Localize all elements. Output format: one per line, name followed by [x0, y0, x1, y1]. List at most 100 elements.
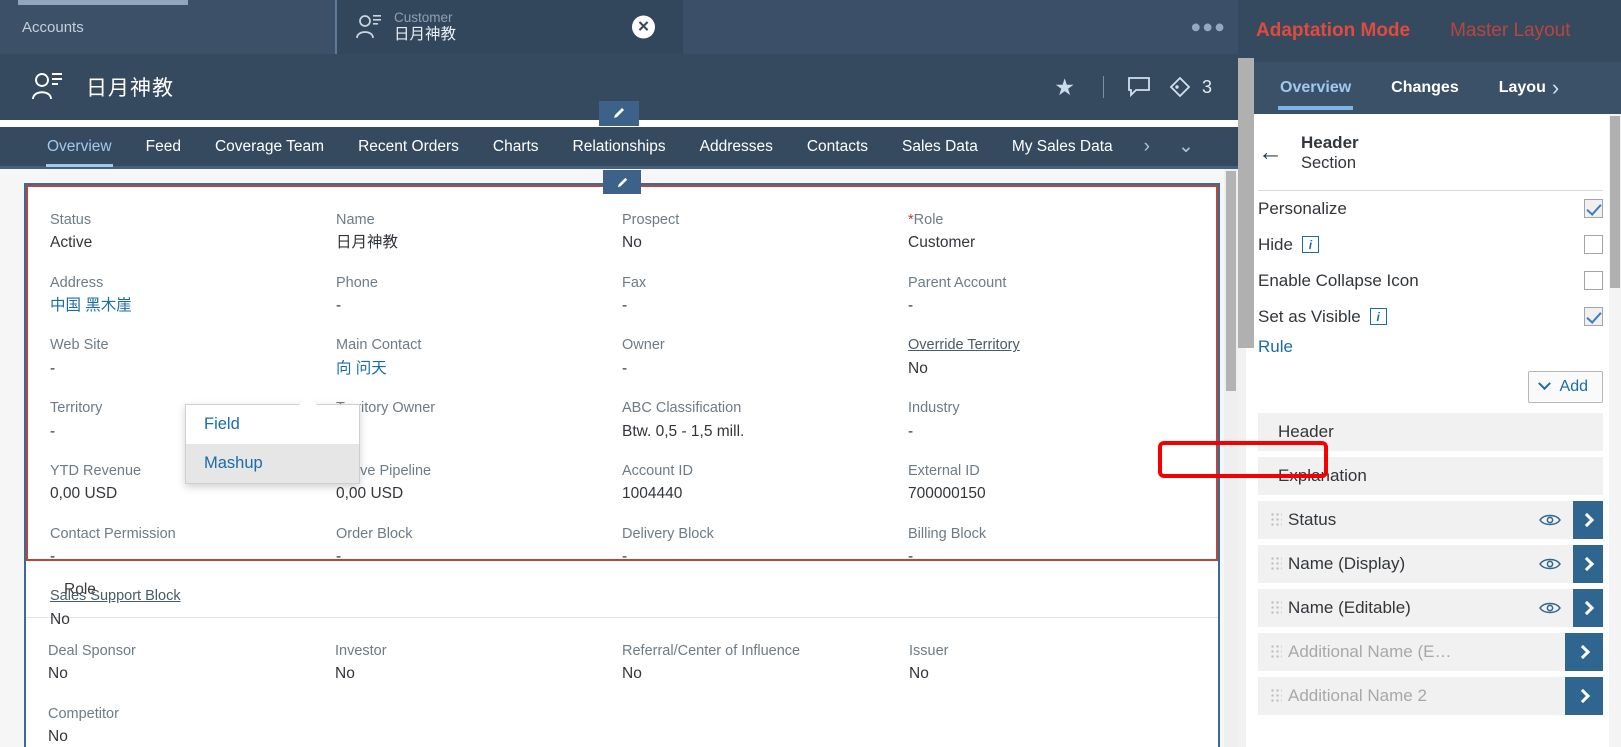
- list-item-navigate-button[interactable]: [1565, 676, 1603, 715]
- dropdown-item-mashup[interactable]: Mashup: [186, 444, 359, 483]
- list-item-name-display[interactable]: Name (Display): [1258, 544, 1603, 583]
- set-as-visible-checkbox[interactable]: [1584, 307, 1603, 327]
- field-label: Competitor: [48, 705, 119, 722]
- header-section-panel[interactable]: Status Active Name 日月神教 Prospect No Role Custom…: [26, 170, 1218, 628]
- nav-tab-charts[interactable]: Charts: [476, 126, 556, 168]
- personalize-checkbox[interactable]: [1584, 199, 1603, 219]
- drag-handle-icon[interactable]: [1258, 643, 1288, 660]
- list-item-navigate-button[interactable]: [1573, 500, 1603, 539]
- nav-tab-recent-orders[interactable]: Recent Orders: [341, 126, 476, 168]
- chevron-right-icon[interactable]: ›: [1552, 75, 1559, 101]
- adaptation-topbar: Adaptation Mode Master Layout: [1238, 0, 1621, 62]
- panel-scrollbar[interactable]: [1609, 114, 1621, 747]
- star-icon[interactable]: ★: [1040, 74, 1089, 101]
- speech-bubble-icon[interactable]: [1118, 76, 1160, 98]
- field-value: No: [908, 359, 928, 377]
- chevron-right-icon: [1575, 644, 1590, 659]
- nav-tab-relationships[interactable]: Relationships: [556, 100, 683, 168]
- chevron-right-icon[interactable]: ›: [1130, 136, 1164, 158]
- add-button[interactable]: Add: [1527, 370, 1603, 403]
- option-personalize[interactable]: Personalize: [1258, 191, 1603, 227]
- drag-handle-icon[interactable]: [1258, 599, 1288, 616]
- contact-person-icon: [30, 70, 64, 104]
- nav-tab-feed[interactable]: Feed: [129, 126, 198, 168]
- list-item-explanation[interactable]: Explanation: [1258, 456, 1603, 495]
- pencil-icon[interactable]: [599, 100, 640, 126]
- panel-tab-layout[interactable]: Layou: [1479, 62, 1546, 114]
- field-label: Owner: [622, 337, 665, 354]
- field-value: -: [622, 359, 628, 377]
- field-value: 日月神教: [336, 234, 399, 252]
- nav-tab-label: My Sales Data: [1011, 137, 1113, 155]
- eye-icon[interactable]: [1539, 557, 1561, 571]
- field-investor: Investor No: [335, 640, 622, 686]
- rule-link[interactable]: Rule: [1258, 335, 1603, 357]
- list-item-label: Header: [1278, 421, 1334, 441]
- divider: [1102, 76, 1104, 98]
- field-value[interactable]: 中国 黑木崖: [50, 294, 320, 317]
- option-set-as-visible[interactable]: Set as Visible i: [1258, 299, 1603, 335]
- main-scrollbar[interactable]: [1224, 169, 1238, 747]
- field-override-territory: Override Territory No: [908, 334, 1194, 380]
- list-item-status[interactable]: Status: [1258, 500, 1603, 539]
- drag-handle-icon[interactable]: [1258, 511, 1288, 528]
- field-label: Phone: [336, 274, 378, 291]
- drag-handle-icon[interactable]: [1258, 687, 1288, 704]
- info-icon[interactable]: i: [1301, 236, 1319, 254]
- list-item-navigate-button[interactable]: [1573, 588, 1603, 627]
- nav-tab-label: Sales Data: [902, 137, 978, 155]
- chevron-down-icon[interactable]: ⌄: [1164, 135, 1208, 158]
- option-hide[interactable]: Hide i: [1258, 227, 1603, 263]
- info-icon[interactable]: i: [1369, 308, 1387, 326]
- panel-scrollbar-thumb[interactable]: [1610, 116, 1620, 288]
- eye-icon[interactable]: [1539, 601, 1561, 615]
- panel-tab-bar: Overview Changes Layou ›: [1238, 62, 1621, 114]
- nav-tab-my-sales-data[interactable]: My Sales Data: [995, 126, 1130, 168]
- list-item-header[interactable]: Header: [1258, 412, 1603, 451]
- panel-tab-changes[interactable]: Changes: [1371, 62, 1479, 114]
- panel-tab-overview[interactable]: Overview: [1260, 62, 1371, 114]
- field-delivery-block: Delivery Block -: [622, 523, 908, 569]
- nav-tab-overview[interactable]: Overview: [30, 126, 129, 168]
- nav-tab-contacts[interactable]: Contacts: [790, 126, 885, 168]
- list-item-additional-name-e[interactable]: Additional Name (E…: [1258, 632, 1603, 671]
- field-value: No: [48, 728, 68, 746]
- field-label: Parent Account: [908, 274, 1007, 291]
- tab-customer[interactable]: Customer 日月神教 ✕: [335, 0, 683, 54]
- enable-collapse-icon-checkbox[interactable]: [1584, 271, 1603, 291]
- master-layout-title[interactable]: Master Layout: [1450, 20, 1570, 42]
- nav-tab-addresses[interactable]: Addresses: [683, 126, 790, 168]
- close-icon[interactable]: ✕: [632, 15, 655, 39]
- nav-tab-sales-data[interactable]: Sales Data: [885, 126, 995, 168]
- field-billing-block: Billing Block -: [908, 523, 1194, 569]
- list-item-name-editable[interactable]: Name (Editable): [1258, 588, 1603, 627]
- nav-tab-label: Overview: [47, 137, 112, 155]
- list-item-label: Name (Editable): [1288, 597, 1411, 617]
- back-arrow-icon[interactable]: ←: [1258, 140, 1283, 165]
- tag-icon[interactable]: [1160, 76, 1200, 98]
- nav-tab-coverage-team[interactable]: Coverage Team: [198, 126, 341, 168]
- list-item-additional-name-2[interactable]: Additional Name 2: [1258, 676, 1603, 715]
- field-active-pipeline: Active Pipeline 0,00 USD: [336, 460, 622, 506]
- field-label: Referral/Center of Influence: [622, 643, 801, 659]
- field-value[interactable]: 向 问天: [336, 357, 606, 380]
- drag-handle-icon[interactable]: [1258, 555, 1288, 572]
- tab-accounts[interactable]: Accounts: [0, 0, 335, 54]
- option-label: Personalize: [1258, 198, 1347, 218]
- list-item-navigate-button[interactable]: [1565, 632, 1603, 671]
- pencil-icon[interactable]: [603, 170, 641, 194]
- hide-checkbox[interactable]: [1584, 235, 1603, 255]
- dropdown-item-field[interactable]: Field: [186, 405, 359, 444]
- browser-tab-strip: Accounts Customer 日月神教 ✕ ●●●: [0, 0, 1238, 54]
- field-value: No: [909, 665, 929, 683]
- field-value: -: [336, 420, 606, 443]
- more-options-icon[interactable]: ●●●: [1190, 17, 1226, 38]
- eye-icon[interactable]: [1539, 513, 1561, 527]
- main-scrollbar-thumb[interactable]: [1226, 171, 1236, 391]
- option-enable-collapse-icon[interactable]: Enable Collapse Icon: [1258, 263, 1603, 299]
- list-item-navigate-button[interactable]: [1573, 544, 1603, 583]
- tab-customer-type: Customer: [394, 10, 453, 26]
- add-button-row: Add: [1258, 357, 1603, 413]
- field-label: Account ID: [622, 462, 693, 479]
- chevron-right-icon: [1579, 600, 1594, 615]
